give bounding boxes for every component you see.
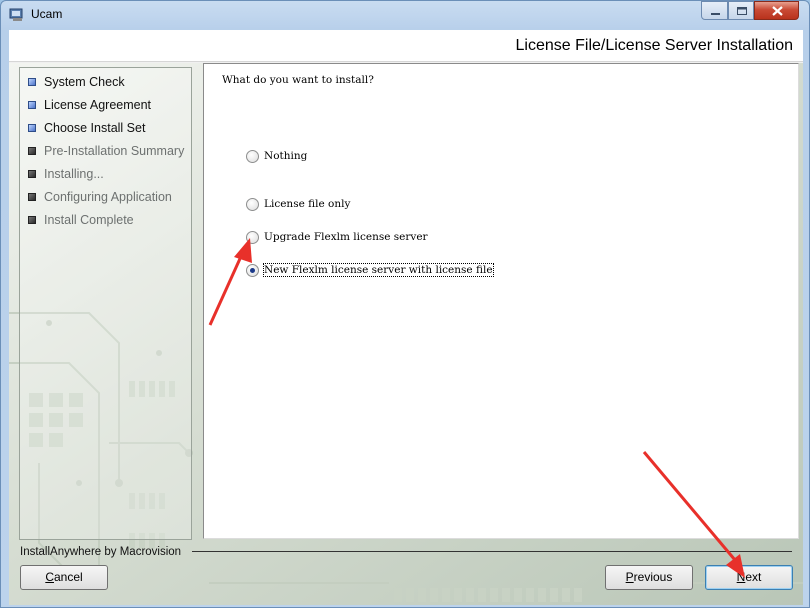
option-label[interactable]: Nothing — [264, 150, 307, 162]
step-label: License Agreement — [44, 98, 152, 112]
title-bar[interactable]: Ucam — [1, 1, 809, 29]
step-label: Pre-Installation Summary — [44, 144, 185, 158]
step-complete-icon — [28, 124, 36, 132]
previous-button[interactable]: Previous — [605, 565, 693, 590]
option-new-flexlm-server[interactable]: New Flexlm license server with license f… — [246, 262, 494, 278]
option-label[interactable]: New Flexlm license server with license f… — [263, 263, 494, 277]
minimize-button[interactable] — [701, 1, 728, 20]
radio-button[interactable] — [246, 149, 259, 163]
radio-button[interactable] — [246, 230, 259, 244]
installer-window: Ucam License File/License Server Install… — [0, 0, 810, 608]
cancel-mnemonic: C — [45, 570, 54, 584]
install-question: What do you want to install? — [222, 74, 374, 86]
app-icon — [9, 8, 23, 21]
step-label: Installing... — [44, 167, 104, 181]
previous-label: revious — [633, 570, 673, 584]
step-configuring-application: Configuring Application — [28, 188, 172, 206]
next-label: ext — [745, 570, 762, 584]
step-installing: Installing... — [28, 165, 104, 183]
step-install-complete: Install Complete — [28, 211, 134, 229]
option-license-file-only[interactable]: License file only — [246, 196, 350, 212]
cancel-label: ancel — [53, 570, 83, 584]
close-button[interactable] — [754, 1, 799, 20]
installer-brand: InstallAnywhere by Macrovision — [20, 546, 182, 558]
step-complete-icon — [28, 78, 36, 86]
step-pending-icon — [28, 193, 36, 201]
radio-button-selected[interactable] — [246, 263, 259, 277]
installation-steps-panel: System Check License Agreement Choose In… — [19, 67, 192, 540]
option-upgrade-flexlm-server[interactable]: Upgrade Flexlm license server — [246, 229, 428, 245]
previous-mnemonic: P — [625, 570, 634, 584]
radio-button[interactable] — [246, 197, 259, 211]
step-label: Configuring Application — [44, 190, 172, 204]
step-pending-icon — [28, 170, 36, 178]
step-pre-installation-summary: Pre-Installation Summary — [28, 142, 184, 160]
option-nothing[interactable]: Nothing — [246, 148, 307, 164]
option-label[interactable]: Upgrade Flexlm license server — [264, 231, 428, 243]
close-icon — [772, 6, 783, 16]
step-complete-icon — [28, 101, 36, 109]
step-label: System Check — [44, 75, 125, 89]
step-pending-icon — [28, 147, 36, 155]
step-license-agreement: License Agreement — [28, 96, 151, 114]
option-label[interactable]: License file only — [264, 198, 350, 210]
install-options-panel: What do you want to install? Nothing Lic… — [203, 63, 799, 539]
step-choose-install-set: Choose Install Set — [28, 119, 145, 137]
step-pending-icon — [28, 216, 36, 224]
cancel-button[interactable]: Cancel — [20, 565, 108, 590]
maximize-button[interactable] — [728, 1, 754, 20]
step-label: Install Complete — [44, 213, 134, 227]
page-title: License File/License Server Installation — [515, 37, 793, 54]
minimize-icon — [711, 13, 720, 15]
footer-divider — [192, 551, 792, 552]
step-label: Choose Install Set — [44, 121, 146, 135]
step-system-check: System Check — [28, 73, 125, 91]
next-button[interactable]: Next — [705, 565, 793, 590]
header-bar: License File/License Server Installation — [9, 30, 803, 62]
window-title: Ucam — [31, 7, 63, 21]
installer-client-area: License File/License Server Installation — [9, 30, 803, 605]
maximize-icon — [737, 7, 747, 15]
